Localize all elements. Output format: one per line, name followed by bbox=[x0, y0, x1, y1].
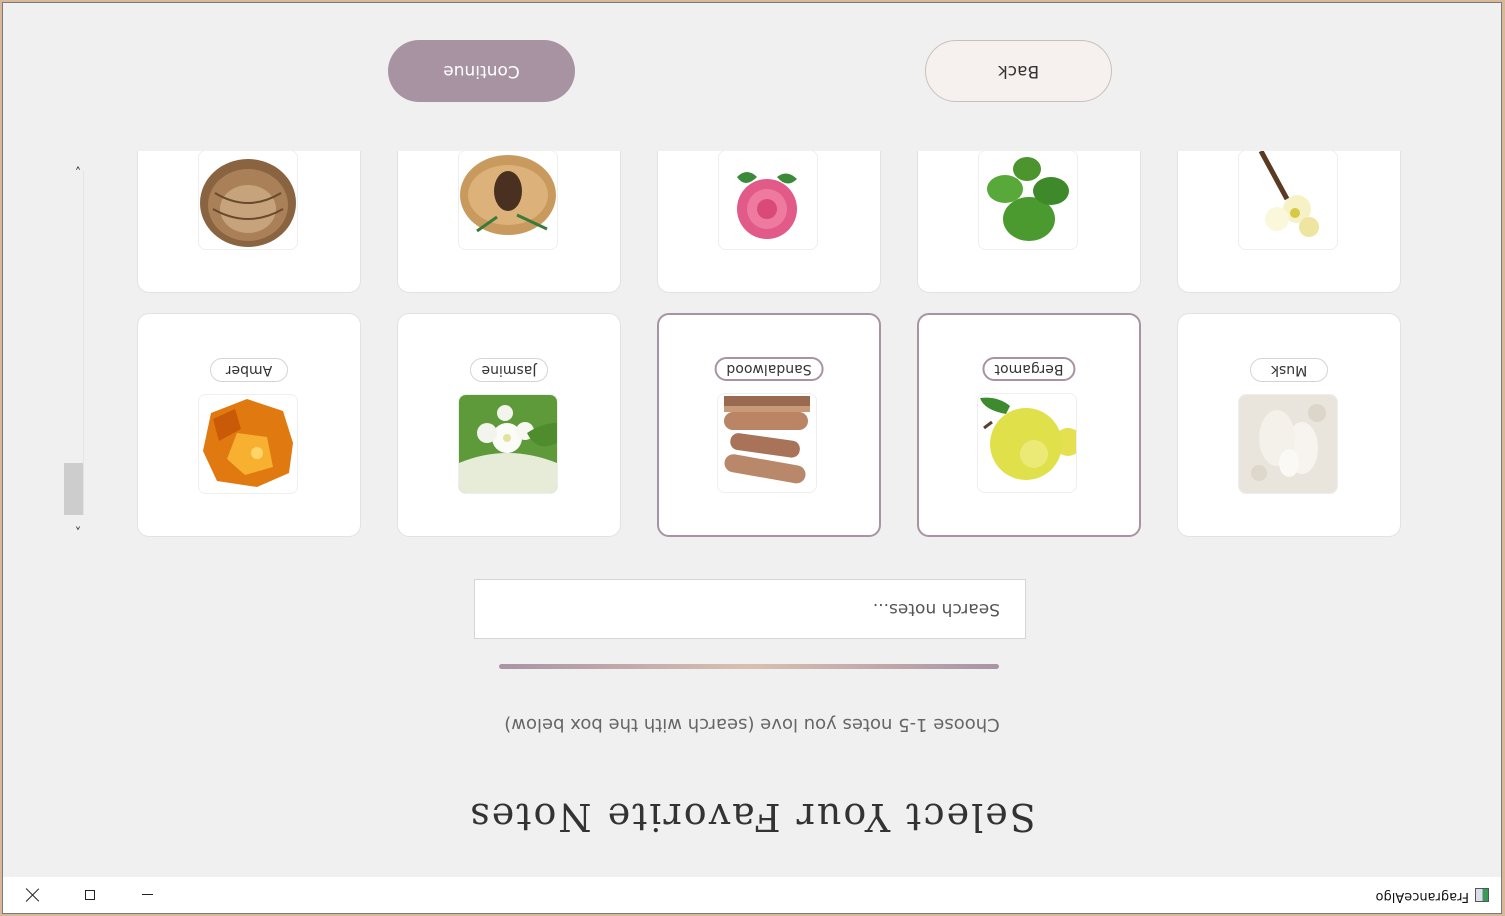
continue-button[interactable]: Continue bbox=[388, 40, 575, 102]
scrollbar-thumb[interactable] bbox=[64, 463, 83, 515]
app-icon bbox=[1475, 888, 1489, 902]
app-window: FragranceAlgo Select Your Favorite Notes… bbox=[2, 2, 1502, 914]
scroll-down-arrow-icon[interactable]: ˅ bbox=[68, 155, 88, 171]
mint-icon bbox=[978, 151, 1078, 250]
search-notes-input[interactable] bbox=[474, 579, 1026, 639]
note-card-mint[interactable] bbox=[917, 151, 1141, 293]
note-card-amber[interactable]: Amber bbox=[137, 313, 361, 537]
minimize-icon bbox=[142, 894, 154, 896]
note-card-jasmine[interactable]: Jasmine bbox=[397, 313, 621, 537]
close-icon bbox=[25, 888, 39, 902]
note-card-rose[interactable] bbox=[657, 151, 881, 293]
window-title: FragranceAlgo bbox=[1375, 889, 1469, 904]
note-label: Jasmine bbox=[470, 358, 548, 382]
page-subtitle: Choose 1-5 notes you love (search with t… bbox=[504, 714, 1000, 735]
maximize-button[interactable] bbox=[61, 877, 119, 913]
rose-icon bbox=[718, 151, 818, 250]
title-bar: FragranceAlgo bbox=[3, 877, 1501, 913]
note-card-musk[interactable]: Musk bbox=[1177, 313, 1401, 537]
note-card-vanilla[interactable] bbox=[1177, 151, 1401, 293]
divider bbox=[499, 664, 999, 669]
note-card-oud[interactable] bbox=[137, 151, 361, 293]
scroll-up-arrow-icon[interactable]: ˄ bbox=[68, 515, 88, 531]
vertical-scrollbar[interactable]: ˄ ˅ bbox=[63, 155, 88, 531]
vanilla-icon bbox=[1238, 151, 1338, 250]
jasmine-icon bbox=[458, 394, 558, 494]
note-label: Bergamot bbox=[982, 357, 1076, 381]
pine-icon bbox=[458, 151, 558, 250]
note-label: Amber bbox=[210, 358, 288, 382]
note-card-sandalwood[interactable]: Sandalwood bbox=[657, 313, 881, 537]
notes-grid: Musk Bergamot Sandalwood Jasmine Amber bbox=[101, 151, 1401, 537]
amber-icon bbox=[198, 394, 298, 494]
back-button[interactable]: Back bbox=[925, 40, 1112, 102]
note-label: Sandalwood bbox=[714, 357, 824, 381]
note-card-pine[interactable] bbox=[397, 151, 621, 293]
maximize-icon bbox=[85, 890, 95, 900]
minimize-button[interactable] bbox=[119, 877, 177, 913]
bergamot-icon bbox=[977, 393, 1077, 493]
note-label: Musk bbox=[1250, 358, 1328, 382]
sandalwood-icon bbox=[717, 393, 817, 493]
close-button[interactable] bbox=[3, 877, 61, 913]
oud-icon bbox=[198, 151, 298, 250]
musk-icon bbox=[1238, 394, 1338, 494]
note-card-bergamot[interactable]: Bergamot bbox=[917, 313, 1141, 537]
page-title: Select Your Favorite Notes bbox=[468, 795, 1036, 839]
